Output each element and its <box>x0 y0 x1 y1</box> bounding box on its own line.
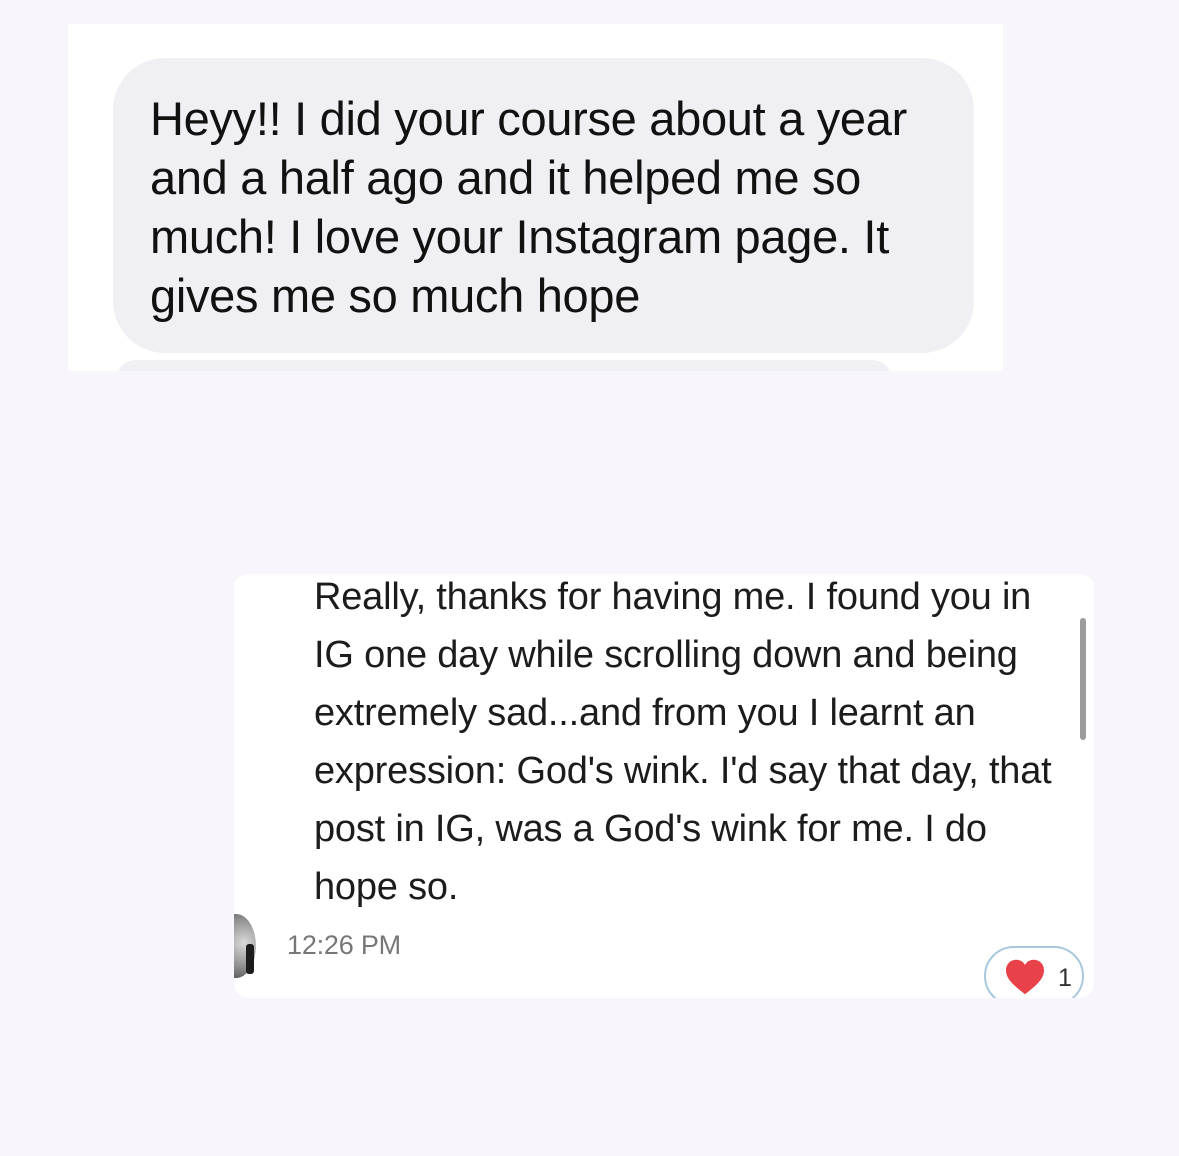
next-message-bubble-edge <box>116 360 892 371</box>
message-timestamp: 12:26 PM <box>287 930 401 960</box>
reaction-badge[interactable]: 1 <box>984 946 1084 998</box>
heart-icon <box>1006 959 1044 995</box>
reply-message-text: Really, thanks for having me. I found yo… <box>314 576 1052 908</box>
incoming-message-bubble: Heyy!! I did your course about a year an… <box>113 58 974 353</box>
reply-message-screenshot: Really, thanks for having me. I found yo… <box>234 574 1094 998</box>
avatar <box>234 914 256 978</box>
instagram-dm-screenshot: Heyy!! I did your course about a year an… <box>68 24 1003 371</box>
scrollbar[interactable] <box>1080 618 1086 740</box>
incoming-message-text: Heyy!! I did your course about a year an… <box>150 92 907 322</box>
reaction-count: 1 <box>1058 964 1072 992</box>
